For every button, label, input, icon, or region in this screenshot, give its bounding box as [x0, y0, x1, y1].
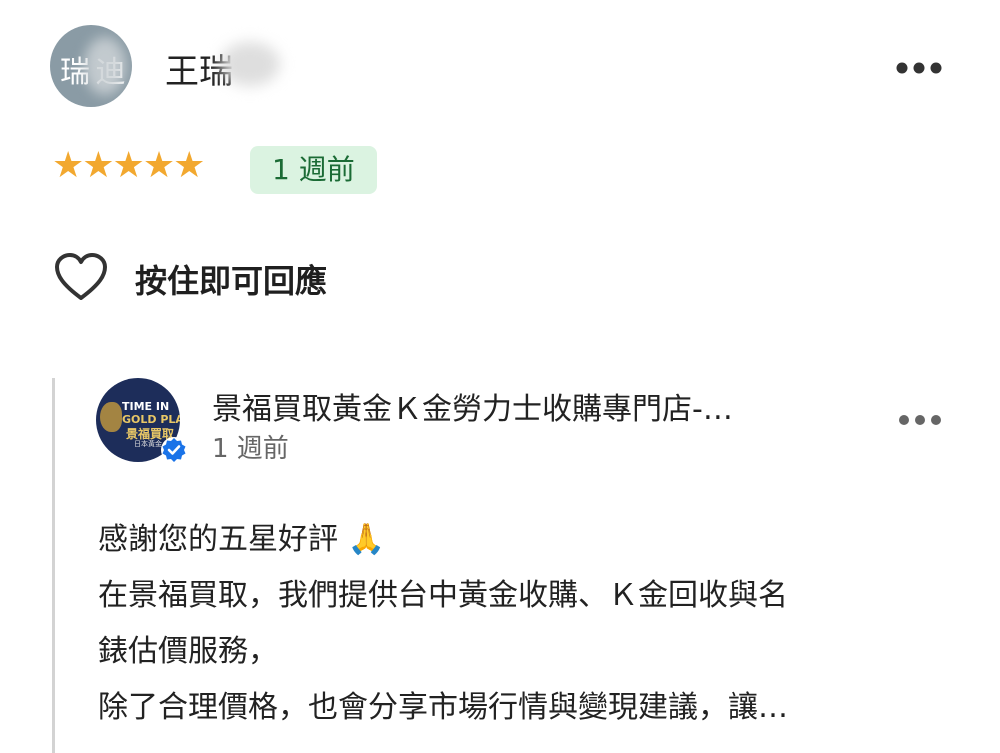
reply-line: 在景福買取，我們提供台中黃金收購、Ｋ金回收與名 — [98, 578, 788, 613]
reviewer-avatar[interactable]: 瑞 迪 — [50, 25, 132, 107]
more-horizontal-icon — [899, 415, 941, 425]
reply-line: 除了合理價格，也會分享市場行情與變現建議，讓… — [98, 690, 788, 725]
verified-badge-icon — [161, 437, 187, 463]
lion-logo-icon — [100, 402, 122, 432]
star-rating: ★★★★★ — [52, 145, 205, 186]
name-blur-mask — [220, 42, 280, 86]
reply-time: 1 週前 — [212, 434, 289, 464]
owner-avatar-text: 日本黃金 — [134, 440, 162, 448]
reply-body[interactable]: 感謝您的五星好評 🙏 在景福買取，我們提供台中黃金收購、Ｋ金回收與名 錶估價服務… — [98, 512, 928, 736]
like-hint-label[interactable]: 按住即可回應 — [135, 256, 327, 302]
reply-line: 錶估價服務， — [98, 634, 278, 669]
review-more-button[interactable] — [896, 48, 942, 80]
owner-name[interactable]: 景福買取黃金Ｋ金勞力士收購專門店-… — [212, 384, 733, 428]
more-horizontal-icon — [896, 62, 942, 74]
avatar-blur-mask — [84, 37, 126, 95]
reply-line: 感謝您的五星好評 🙏 — [98, 522, 385, 557]
owner-avatar-text: TIME IN — [122, 400, 170, 413]
heart-outline-icon[interactable] — [54, 252, 108, 302]
review-time-badge: 1 週前 — [250, 146, 377, 194]
reply-indent-line — [52, 378, 55, 753]
reply-more-button[interactable] — [898, 412, 942, 431]
